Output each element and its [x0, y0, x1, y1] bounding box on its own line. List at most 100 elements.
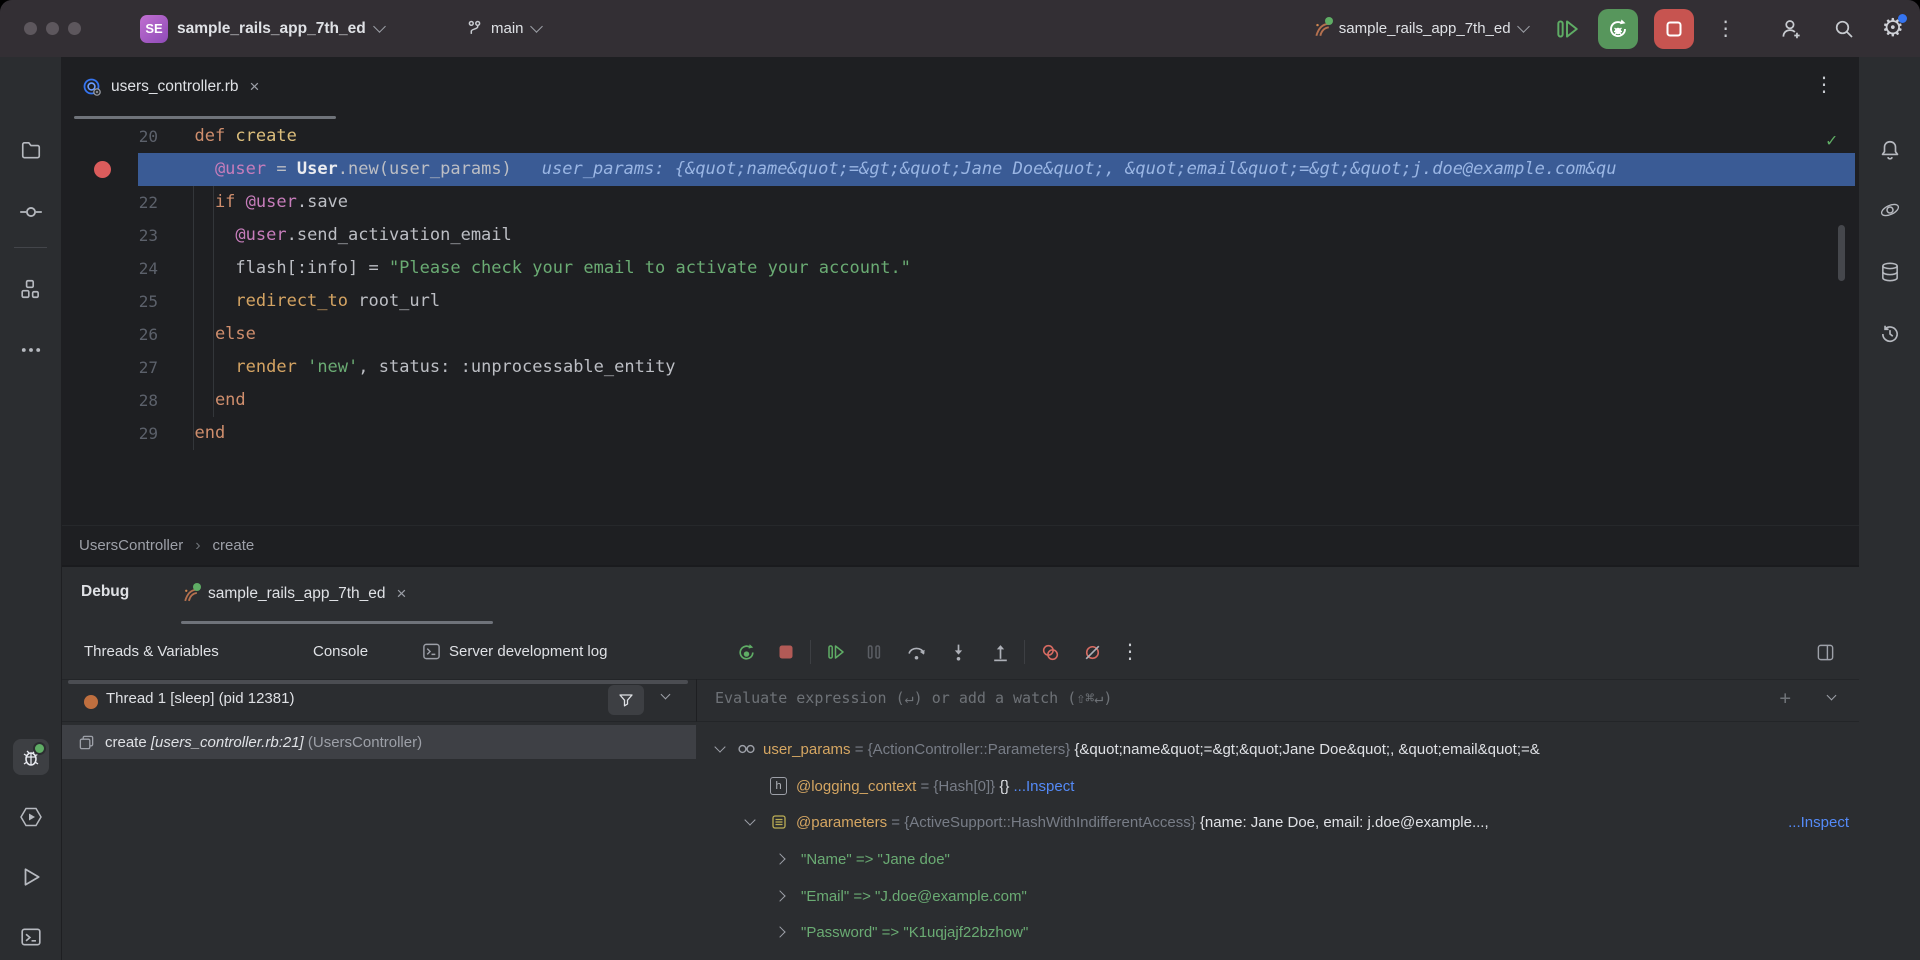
terminal-log-icon: [422, 642, 441, 661]
debug-panel-title[interactable]: Debug: [81, 583, 129, 601]
chevron-down-icon[interactable]: [1827, 691, 1837, 701]
debug-session-tab[interactable]: sample_rails_app_7th_ed ×: [182, 567, 408, 621]
list-type-icon: [770, 814, 787, 831]
history-tool-icon[interactable]: [1872, 316, 1908, 352]
variable-row-parameters[interactable]: @parameters = {ActiveSupport::HashWithIn…: [697, 804, 1859, 840]
code-line[interactable]: 28 end: [62, 384, 1859, 417]
chevron-collapsed-icon[interactable]: [774, 853, 785, 864]
code-line[interactable]: 24 flash[:info] = "Please check your ema…: [62, 252, 1859, 285]
more-actions-kebab-icon[interactable]: ⋮: [1716, 19, 1736, 39]
main-area: users_controller.rb × ⋮ 20 def create @u…: [62, 57, 1859, 960]
more-tool-windows-icon[interactable]: [13, 332, 49, 368]
chevron-expanded-icon[interactable]: [714, 741, 725, 752]
variable-row-logging-context[interactable]: h @logging_context = {Hash[0]} {} ...Ins…: [697, 768, 1859, 804]
terminal-tool-icon[interactable]: [13, 919, 49, 955]
code-line[interactable]: 27 render 'new', status: :unprocessable_…: [62, 351, 1859, 384]
mute-breakpoints-icon[interactable]: [1080, 640, 1104, 664]
settings-gear-icon[interactable]: ⚙: [1882, 16, 1904, 41]
tab-console[interactable]: Console: [313, 624, 368, 679]
code-line[interactable]: 26 else: [62, 318, 1859, 351]
code-line[interactable]: 22 if @user.save: [62, 186, 1859, 219]
pause-icon[interactable]: [862, 640, 886, 664]
notifications-bell-icon[interactable]: [1872, 132, 1908, 168]
ai-assistant-icon[interactable]: [1872, 192, 1908, 228]
variable-row-email[interactable]: "Email" => "J.doe@example.com": [697, 878, 1859, 914]
variable-row-password[interactable]: "Password" => "K1uqjajf22bzhow": [697, 914, 1859, 950]
debug-tool-icon[interactable]: [13, 739, 49, 775]
close-icon[interactable]: ×: [395, 584, 409, 604]
editor-scrollbar-thumb[interactable]: [1838, 225, 1845, 281]
tab-server-development-log[interactable]: Server development log: [422, 624, 607, 679]
rail-divider: [14, 247, 47, 248]
step-out-icon[interactable]: [988, 640, 1012, 664]
commit-tool-icon[interactable]: [13, 194, 49, 230]
vcs-branch-widget[interactable]: main: [466, 0, 541, 57]
window-minimize-button[interactable]: [46, 22, 59, 35]
window-close-button[interactable]: [24, 22, 37, 35]
code-with-me-icon[interactable]: [1778, 16, 1804, 42]
project-tool-icon[interactable]: [13, 132, 49, 168]
thread-selector[interactable]: Thread 1 [sleep] (pid 12381): [106, 690, 294, 707]
code-line[interactable]: 29 end: [62, 417, 1859, 450]
run-config-name[interactable]: sample_rails_app_7th_ed: [1339, 20, 1511, 37]
project-badge: SE: [140, 15, 168, 43]
chevron-down-icon[interactable]: [661, 690, 671, 700]
step-over-icon[interactable]: [904, 640, 928, 664]
editor-tab-title: users_controller.rb: [111, 78, 239, 96]
stop-debug-icon[interactable]: [774, 640, 798, 664]
code-line[interactable]: 20 def create: [62, 120, 1859, 153]
inline-debugger-hint: user_params: {&quot;name&quot;=&gt;&quot…: [542, 159, 1617, 179]
tab-threads-variables[interactable]: Threads & Variables: [84, 624, 219, 679]
breadcrumb-class[interactable]: UsersController: [79, 537, 183, 554]
add-watch-plus-icon[interactable]: +: [1780, 687, 1791, 709]
code-line[interactable]: 25 redirect_to root_url: [62, 285, 1859, 318]
thread-status-dot: [84, 695, 98, 709]
debug-tool-window: Debug sample_rails_app_7th_ed ×: [62, 565, 1859, 960]
variable-row-name[interactable]: "Name" => "Jane doe": [697, 841, 1859, 877]
git-branch-icon: [466, 20, 483, 37]
chevron-down-icon[interactable]: [1517, 20, 1530, 33]
project-widget[interactable]: SE sample_rails_app_7th_ed: [140, 0, 384, 57]
close-icon[interactable]: ×: [248, 77, 262, 97]
evaluate-expression-bar[interactable]: Evaluate expression (↵) or add a watch (…: [696, 679, 1859, 722]
horizontal-scrollbar-thumb[interactable]: [68, 680, 688, 684]
editor-tab[interactable]: users_controller.rb ×: [74, 57, 269, 117]
stop-button[interactable]: [1654, 9, 1694, 49]
structure-tool-icon[interactable]: [13, 271, 49, 307]
code-editor[interactable]: 20 def create @user = User.new(user_para…: [62, 120, 1859, 525]
step-into-icon[interactable]: [946, 640, 970, 664]
view-breakpoints-icon[interactable]: [1038, 640, 1062, 664]
chevron-collapsed-icon[interactable]: [774, 890, 785, 901]
debug-more-kebab-icon[interactable]: ⋮: [1118, 640, 1142, 664]
rerun-debugger-button[interactable]: [1598, 9, 1638, 49]
inspections-ok-check-icon[interactable]: ✓: [1826, 130, 1837, 151]
line-number: 29: [62, 417, 158, 450]
breakpoint-icon[interactable]: [94, 161, 111, 178]
editor-options-kebab-icon[interactable]: ⋮: [1814, 75, 1834, 95]
chevron-expanded-icon[interactable]: [744, 814, 755, 825]
rails-run-config-icon: [1313, 20, 1331, 38]
run-tool-icon[interactable]: [13, 859, 49, 895]
variable-row-user-params[interactable]: user_params = {ActionController::Paramet…: [697, 731, 1859, 767]
debug-toolbar: Threads & Variables Console Server devel…: [62, 624, 1859, 680]
editor-tab-strip: users_controller.rb × ⋮: [62, 57, 1859, 120]
layout-settings-icon[interactable]: [1813, 640, 1837, 664]
variables-panel: user_params = {ActionController::Paramet…: [697, 721, 1859, 960]
rerun-debug-icon[interactable]: [734, 640, 758, 664]
code-line[interactable]: 23 @user.send_activation_email: [62, 219, 1859, 252]
filter-frames-button[interactable]: [608, 685, 644, 715]
search-icon[interactable]: [1832, 17, 1856, 41]
services-tool-icon[interactable]: [13, 799, 49, 835]
code-line-current[interactable]: @user = User.new(user_params)user_params…: [62, 153, 1859, 186]
resume-icon[interactable]: [824, 640, 848, 664]
inspect-link[interactable]: ...Inspect: [1788, 814, 1849, 831]
resume-program-button[interactable]: [1554, 16, 1580, 42]
breadcrumb-method[interactable]: create: [213, 537, 255, 554]
window-zoom-button[interactable]: [68, 22, 81, 35]
chevron-down-icon: [530, 20, 543, 33]
frame-row-selected[interactable]: create [users_controller.rb:21] (UsersCo…: [62, 725, 696, 759]
chevron-collapsed-icon[interactable]: [774, 926, 785, 937]
inspect-link[interactable]: ...Inspect: [1014, 778, 1075, 795]
variable-row-password-confirmation[interactable]: "Password_confirmation" => "K1uqjajf22bz…: [697, 951, 1859, 960]
database-tool-icon[interactable]: [1872, 254, 1908, 290]
